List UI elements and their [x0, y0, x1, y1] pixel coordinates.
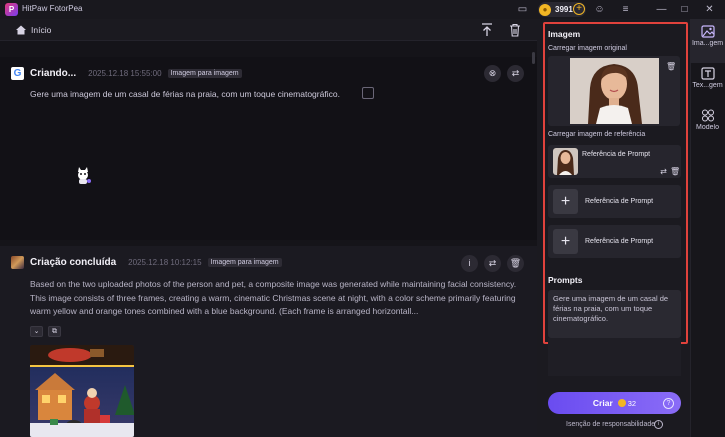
expand-chevron-icon[interactable]: ⌄ — [30, 326, 43, 337]
google-model-icon: G — [11, 66, 24, 80]
feed-scrollbar[interactable] — [532, 52, 535, 64]
task-thumbnail — [11, 255, 24, 269]
task-feed: G Criando... 2025.12.18 15:55:00 Imagem … — [0, 41, 537, 437]
text-image-icon — [700, 67, 715, 80]
sidebar-item-image-to-image[interactable]: Ima...gem — [690, 19, 725, 63]
breadcrumb: Início — [0, 19, 537, 41]
add-reference-icon[interactable]: + — [553, 189, 578, 214]
task-description: Based on the two uploaded photos of the … — [30, 279, 517, 316]
delete-original-icon[interactable]: 🗑 — [666, 62, 676, 72]
task-prompt: Gere uma imagem de um casal de férias na… — [30, 89, 340, 99]
add-reference-icon[interactable]: + — [553, 229, 578, 254]
create-button-label: Criar — [592, 398, 613, 408]
breadcrumb-home[interactable]: Início — [31, 25, 51, 35]
prompt-textarea-extension[interactable] — [548, 338, 681, 376]
home-icon[interactable] — [15, 24, 27, 36]
task-type-tag: Imagem para imagem — [167, 68, 242, 78]
reference-label-2: Referência de Prompt — [585, 198, 654, 205]
monitor-icon[interactable]: ▭ — [516, 3, 529, 16]
task-card-creating: G Criando... 2025.12.18 15:55:00 Imagem … — [0, 57, 537, 240]
task-card-completed: Criação concluída 2025.12.18 10:12:15 Im… — [0, 246, 537, 437]
credits-value: 3991 — [555, 5, 573, 14]
sidebar-item-label: Tex...gem — [692, 82, 723, 89]
app-title: HitPaw FotorPea — [22, 4, 83, 13]
maximize-icon[interactable]: □ — [678, 3, 691, 16]
account-icon[interactable]: ☺ — [593, 3, 606, 16]
delete-task-button[interactable]: 🗑 — [507, 255, 524, 272]
menu-icon[interactable]: ≡ — [619, 3, 632, 16]
coin-icon: ● — [539, 3, 551, 16]
title-bar: P HitPaw FotorPea ▭ ● 3991 + ☺ ≡ — □ ✕ — [0, 0, 725, 19]
upload-reference-label: Carregar imagem de referência — [548, 131, 646, 138]
sidebar-item-label: Ima...gem — [691, 40, 724, 47]
regenerate-button[interactable]: ⇄ — [484, 255, 501, 272]
task-time: 2025.12.18 15:55:00 — [88, 68, 162, 78]
reference-label-3: Referência de Prompt — [585, 238, 654, 245]
copy-prompt-icon[interactable] — [362, 87, 374, 99]
reference-image-preview[interactable] — [553, 148, 578, 175]
info-icon[interactable]: i — [654, 420, 663, 429]
swap-reference-icon[interactable]: ⇄ — [659, 167, 668, 177]
close-icon[interactable]: ✕ — [703, 3, 716, 16]
create-cost: 32 — [627, 398, 637, 408]
minimize-icon[interactable]: — — [655, 3, 668, 16]
result-image-thumbnail[interactable] — [30, 345, 134, 437]
help-icon[interactable]: ? — [663, 398, 674, 409]
regenerate-button[interactable]: ⇄ — [507, 65, 524, 82]
sidebar-item-text-to-image[interactable]: Tex...gem — [690, 66, 725, 102]
task-type-tag: Imagem para imagem — [207, 257, 282, 267]
section-prompts-heading: Prompts — [548, 275, 583, 285]
info-button[interactable]: i — [461, 255, 478, 272]
upload-original-label: Carregar imagem original — [548, 45, 627, 52]
image-icon — [700, 25, 715, 38]
sidebar-item-label: Modelo — [696, 124, 719, 131]
create-button[interactable]: Criar 32 — [548, 392, 681, 414]
copy-description-icon[interactable]: ⧉ — [48, 326, 61, 337]
sidebar-item-model[interactable]: Modelo — [690, 107, 725, 143]
prompt-textarea[interactable]: Gere uma imagem de um casal de férias na… — [548, 290, 681, 338]
export-icon[interactable] — [481, 23, 493, 37]
loading-mascot-icon — [78, 167, 91, 184]
coin-icon — [617, 399, 626, 407]
reference-label-1: Referência de Prompt — [582, 151, 651, 158]
delete-reference-icon[interactable]: 🗑 — [670, 167, 680, 177]
task-title: Criando... — [30, 67, 77, 79]
cancel-task-button[interactable]: ⊗ — [484, 65, 501, 82]
delete-all-icon[interactable] — [509, 23, 521, 37]
original-image-preview[interactable] — [570, 58, 659, 124]
task-title: Criação concluída — [30, 256, 117, 268]
disclaimer-link[interactable]: Isenção de responsabilidade — [566, 421, 655, 428]
task-time: 2025.12.18 10:12:15 — [128, 257, 202, 267]
model-grid-icon — [701, 109, 714, 122]
section-image-heading: Imagem — [548, 29, 581, 39]
app-logo-icon: P — [5, 3, 18, 16]
add-credits-button[interactable]: + — [573, 3, 585, 15]
